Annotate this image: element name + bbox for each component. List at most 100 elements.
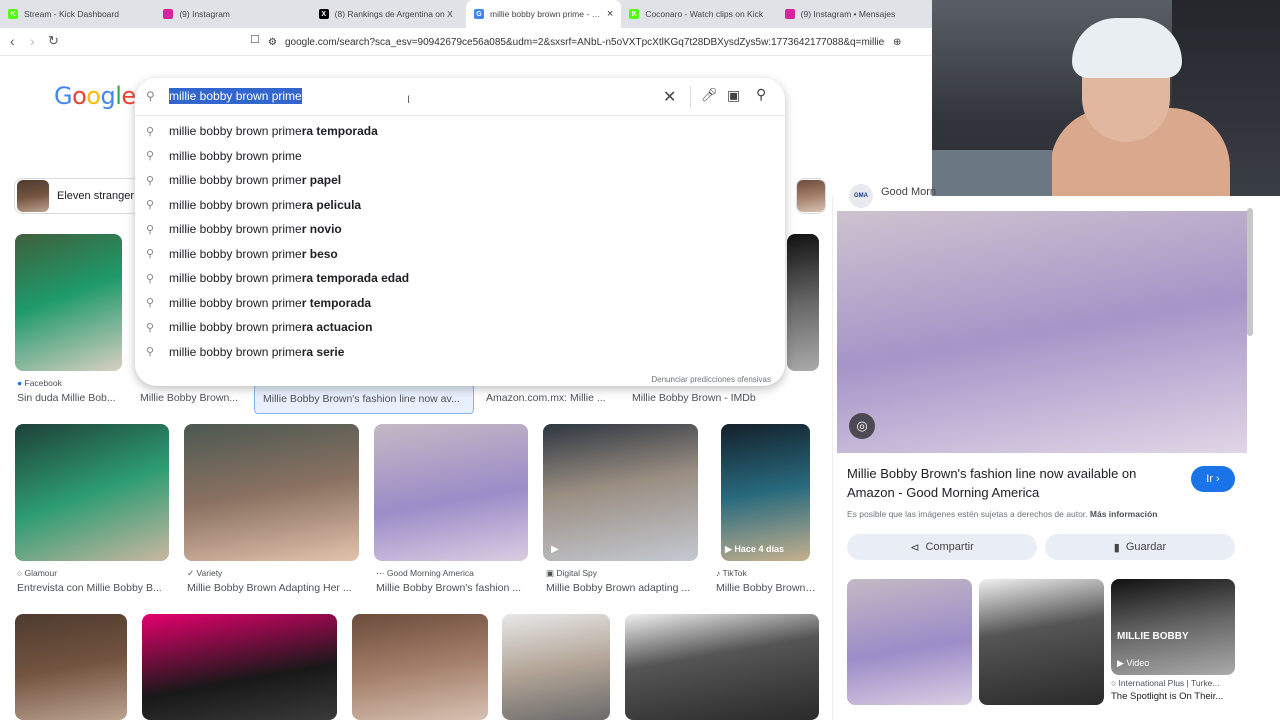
search-icon: ⚲ (146, 125, 155, 138)
search-icon: ⚲ (146, 321, 155, 334)
result-image[interactable]: ▶ Hace 4 días (721, 424, 810, 561)
tab-4[interactable]: K Coconaro - Watch clips on Kick (621, 0, 776, 28)
chip-label: Eleven stranger (57, 190, 135, 202)
back-icon[interactable]: ‹ (10, 33, 15, 49)
lens-search-icon[interactable]: ◎ (849, 413, 875, 439)
suggestion-item[interactable]: ⚲ millie bobby brown primer beso (135, 242, 785, 266)
video-badge: ▶ Hace 4 días (725, 544, 784, 554)
search-icon: ⚲ (146, 223, 155, 236)
suggestion-item[interactable]: ⚲ millie bobby brown prime (135, 144, 785, 168)
chip-more[interactable] (796, 178, 826, 214)
site-settings-icon[interactable]: ⚙ (268, 37, 277, 48)
play-icon: ▶ (551, 544, 559, 555)
result-caption[interactable]: Amazon.com.mx: Millie ... (486, 392, 616, 404)
tab-favicon-icon (163, 9, 174, 19)
tab-5[interactable]: (9) Instagram • Mensajes (777, 0, 932, 28)
search-icon: ⚲ (146, 297, 155, 309)
related-image[interactable]: MILLIE BOBBY ▶ Video (1111, 579, 1235, 675)
copyright-notice: Es posible que las imágenes estén sujeta… (847, 509, 1158, 519)
chip-eleven-stranger[interactable]: Eleven stranger (14, 178, 154, 214)
result-source: ● Facebook (17, 378, 62, 388)
tab-0[interactable]: K Stream - Kick Dashboard (0, 0, 155, 28)
result-image[interactable] (15, 424, 169, 561)
result-image[interactable] (142, 614, 337, 720)
related-image[interactable] (847, 579, 972, 705)
result-image[interactable] (502, 614, 610, 720)
video-badge: ▶ Video (1117, 658, 1150, 668)
result-image[interactable] (374, 424, 528, 561)
close-tab-icon[interactable]: × (607, 8, 613, 20)
search-input[interactable]: millie bobby brown prime (169, 88, 302, 104)
suggestion-item[interactable]: ⚲ millie bobby brown primera temporada ed… (135, 266, 785, 290)
save-button[interactable]: ▮ Guardar (1045, 534, 1235, 560)
thumb-overlay-text: MILLIE BOBBY (1117, 631, 1189, 642)
result-caption[interactable]: Entrevista con Millie Bobby B... (17, 582, 167, 594)
tab-1[interactable]: (9) Instagram (155, 0, 310, 28)
result-caption-selected[interactable]: Millie Bobby Brown's fashion line now av… (254, 384, 474, 414)
result-image[interactable]: ▶ (543, 424, 698, 561)
search-icon: ⚲ (146, 199, 155, 211)
result-caption[interactable]: Millie Bobby Brown - IMDb (632, 392, 782, 404)
related-caption[interactable]: The Spotlight is On Their... (1111, 691, 1237, 702)
share-button[interactable]: ⊲ Compartir (847, 534, 1037, 560)
suggestion-item[interactable]: ⚲ millie bobby brown primera actuacion (135, 315, 785, 339)
suggestion-text: millie bobby brown primera serie (169, 344, 345, 359)
google-logo[interactable]: Google (54, 82, 136, 110)
result-caption[interactable]: Sin duda Millie Bob... (17, 392, 127, 404)
suggestion-item[interactable]: ⚲ millie bobby brown primer papel (135, 168, 785, 192)
search-submit-icon[interactable]: ⚲ (756, 86, 766, 103)
logo-letter: o (86, 82, 101, 110)
result-caption[interactable]: Millie Bobby Brown... (140, 392, 250, 404)
preview-image[interactable]: ◎ (837, 211, 1247, 453)
chip-thumbnail (17, 180, 49, 212)
bookmark-icon[interactable]: ☐ (250, 33, 260, 46)
microphone-icon[interactable]: 🎤︎ (701, 87, 718, 103)
search-box[interactable]: ⚲ millie bobby brown prime I ✕ 🎤︎ ▣ ⚲ (135, 78, 785, 116)
result-source: ▣ Digital Spy (546, 568, 598, 578)
site-name[interactable]: Good Morn (881, 186, 936, 198)
result-caption[interactable]: Millie Bobby Brown adapting ... (546, 582, 696, 594)
tab-bar: K Stream - Kick Dashboard (9) Instagram X (8… (0, 0, 932, 28)
more-info-link[interactable]: Más información (1090, 509, 1158, 519)
result-image[interactable] (787, 234, 819, 371)
scrollbar[interactable] (1247, 208, 1253, 336)
result-caption[interactable]: Millie Bobby Brown Adapting Her ... (187, 582, 357, 594)
bookmark-icon: ▮ (1113, 541, 1120, 554)
suggestion-text: millie bobby brown primer beso (169, 246, 338, 261)
suggestion-item[interactable]: ⚲ millie bobby brown primer temporada (135, 291, 785, 315)
result-caption[interactable]: Millie Bobby Brown's fashion ... (376, 582, 526, 594)
result-source: ⋯ Good Morning America (376, 568, 474, 578)
clear-icon[interactable]: ✕ (663, 87, 676, 107)
suggestion-text: millie bobby brown prime (169, 148, 302, 163)
related-image[interactable] (979, 579, 1104, 705)
tab-label: (9) Instagram • Mensajes (800, 9, 896, 19)
result-image[interactable] (15, 234, 122, 371)
forward-icon[interactable]: › (30, 33, 35, 49)
tab-2[interactable]: X (8) Rankings de Argentina on X (311, 0, 466, 28)
result-caption[interactable]: Millie Bobby Brown ... (716, 582, 816, 594)
suggestion-text: millie bobby brown primera actuacion (169, 320, 373, 334)
zoom-icon[interactable]: ⊕ (893, 37, 901, 48)
suggestion-item[interactable]: ⚲ millie bobby brown primer novio (135, 217, 785, 241)
suggestion-item[interactable]: ⚲ millie bobby brown primera temporada (135, 119, 785, 143)
search-icon: ⚲ (146, 346, 155, 358)
tab-3[interactable]: Gmillie bobby brown prime - Bus × (465, 0, 622, 28)
result-image[interactable] (15, 614, 127, 720)
preview-title[interactable]: Millie Bobby Brown's fashion line now av… (847, 464, 1167, 502)
result-image[interactable] (352, 614, 488, 720)
person-hair (1072, 18, 1182, 78)
address-bar[interactable]: ⚙ google.com/search?sca_esv=90942679ce56… (268, 31, 930, 53)
result-source: ○ Glamour (17, 568, 58, 578)
report-predictions-link[interactable]: Denunciar predicciones ofensivas (651, 375, 771, 384)
reload-icon[interactable]: ↻ (48, 33, 59, 49)
result-image[interactable] (625, 614, 819, 720)
go-button[interactable]: Ir › (1191, 466, 1235, 492)
search-icon: ⚲ (146, 89, 155, 103)
result-image[interactable] (184, 424, 359, 561)
text-cursor-icon: I (407, 94, 411, 106)
lens-icon[interactable]: ▣ (727, 87, 740, 104)
search-icon: ⚲ (146, 272, 155, 285)
suggestion-item[interactable]: ⚲ millie bobby brown primera pelicula (135, 193, 785, 217)
suggestion-text: millie bobby brown primer papel (169, 173, 342, 187)
suggestion-item[interactable]: ⚲ millie bobby brown primera serie (135, 340, 785, 364)
